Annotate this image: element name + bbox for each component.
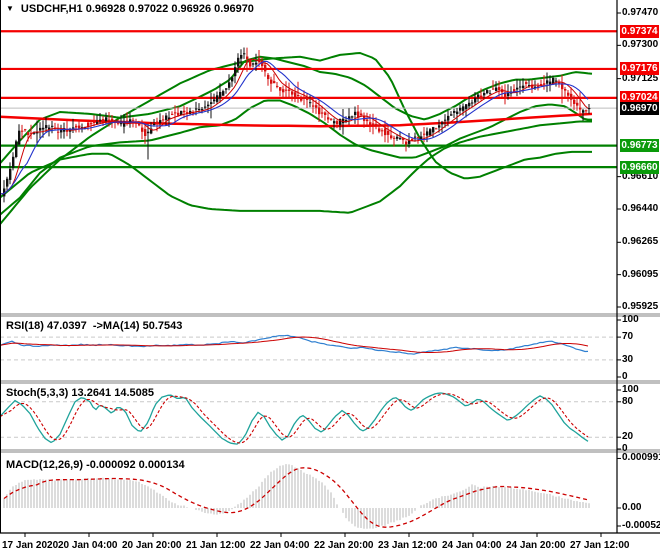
rsi-indicator-label: RSI(18) 47.0397 ->MA(14) 50.7543 [6,320,183,332]
price-tick-label: 0.95925 [622,301,659,312]
bollinger-lower-line [0,99,592,216]
price-badge-resistance: 0.97374 [620,24,659,38]
macd-indicator-label: MACD(12,26,9) -0.000092 0.000134 [6,459,185,471]
symbol-dropdown-icon[interactable]: ▼ [6,4,14,13]
time-axis-label: 24 Jan 04:00 [442,540,502,551]
stoch-tick-label: 20 [622,431,634,443]
time-axis-label: 23 Jan 12:00 [378,540,438,551]
macd-signal-line [3,467,590,528]
chart-title-bar: ▼ USDCHF,H1 0.96928 0.97022 0.96926 0.969… [6,3,254,15]
time-axis-label: 21 Jan 12:00 [186,540,246,551]
price-tick-label: 0.97300 [622,39,659,51]
macd-histogram [3,464,590,529]
chart-canvas[interactable] [0,0,660,560]
rsi-tick-label: 30 [622,353,634,365]
price-tick-label: 0.96095 [622,268,659,280]
price-tick-label: 0.96440 [622,203,659,214]
cloud-upper-line [0,51,592,225]
stoch-indicator-label: Stoch(5,3,3) 13.2641 14.5085 [6,387,154,399]
time-axis-label: 22 Jan 04:00 [250,540,310,551]
time-axis-label: 17 Jan 2020 [2,540,59,551]
stoch-k-line [0,392,589,445]
rsi-tick-label: 100 [622,314,639,325]
price-tick-label: 0.96265 [622,236,659,248]
time-axis-label: 22 Jan 20:00 [314,540,374,551]
macd-tick-label: 0.000991 [622,452,660,464]
trading-chart-window: ▼ USDCHF,H1 0.96928 0.97022 0.96926 0.969… [0,0,660,560]
stoch-tick-label: 100 [622,384,639,395]
chart-title: USDCHF,H1 0.96928 0.97022 0.96926 0.9697… [20,3,254,15]
macd-tick-label: -0.000525 [622,520,660,531]
rsi-tick-label: 70 [622,331,634,343]
price-badge-current: 0.96970 [620,101,659,115]
time-axis-label: 27 Jan 12:00 [570,540,630,551]
macd-tick-label: 0.00 [622,502,642,513]
time-axis-label: 20 Jan 04:00 [58,540,118,551]
price-badge-support: 0.96773 [620,139,659,153]
time-axis-label: 24 Jan 20:00 [506,540,566,551]
price-badge-support: 0.96660 [620,160,659,174]
stoch-tick-label: 80 [622,395,634,407]
price-badge-resistance: 0.97176 [620,62,659,76]
price-tick-label: 0.97470 [622,7,659,18]
time-axis-label: 20 Jan 20:00 [122,540,182,551]
rsi-tick-label: 0 [622,371,628,382]
